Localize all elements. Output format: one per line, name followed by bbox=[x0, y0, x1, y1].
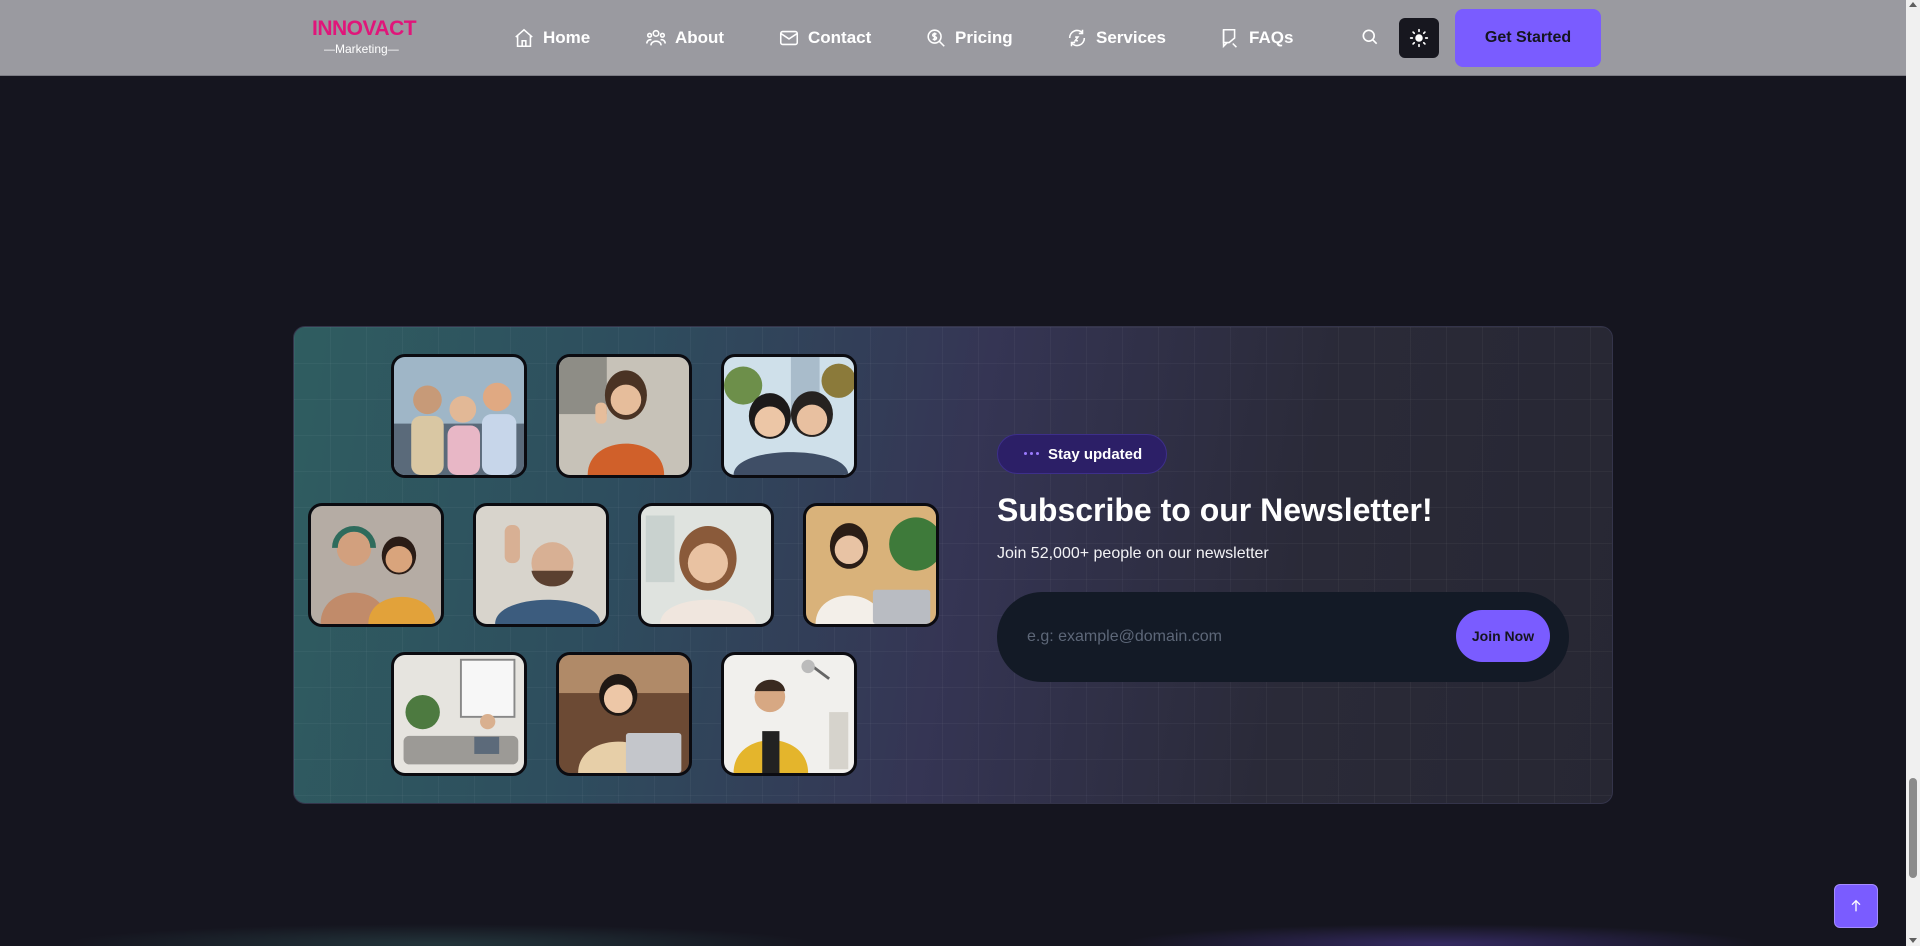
page-scrollbar[interactable] bbox=[1906, 0, 1920, 946]
nav-services-label: Services bbox=[1096, 28, 1166, 47]
site-header: INNOVACT Marketing Home About Contact Pr… bbox=[0, 0, 1906, 76]
users-icon bbox=[646, 29, 666, 46]
email-input[interactable] bbox=[1027, 620, 1427, 654]
nav-about[interactable]: About bbox=[645, 26, 724, 50]
nav-faqs[interactable]: FAQs bbox=[1219, 26, 1293, 50]
nav-home[interactable]: Home bbox=[513, 26, 590, 50]
newsletter-title: Subscribe to our Newsletter! bbox=[997, 492, 1433, 528]
back-to-top-button[interactable] bbox=[1834, 884, 1878, 928]
logo[interactable]: INNOVACT Marketing bbox=[312, 18, 422, 58]
join-now-button[interactable]: Join Now bbox=[1456, 610, 1550, 662]
friends-selfie-photo bbox=[721, 354, 857, 478]
stay-updated-badge: Stay updated bbox=[997, 434, 1167, 474]
home-icon bbox=[515, 28, 533, 48]
arrow-up-icon bbox=[1851, 899, 1861, 912]
logo-text: INNOVACT bbox=[312, 17, 417, 40]
woman-living-room-photo bbox=[391, 652, 527, 776]
nav-faqs-label: FAQs bbox=[1249, 28, 1294, 47]
woman-cafe-photo bbox=[803, 503, 939, 627]
man-waving-photo bbox=[473, 503, 609, 627]
newsletter-subtitle: Join 52,000+ people on our newsletter bbox=[997, 545, 1269, 562]
footer-glow-left bbox=[60, 924, 820, 946]
nav-about-label: About bbox=[675, 28, 725, 47]
couple-headphones-photo bbox=[308, 503, 444, 627]
man-yellow-jacket-photo bbox=[721, 652, 857, 776]
nav-pricing[interactable]: Pricing bbox=[925, 26, 1013, 50]
woman-waving-photo bbox=[556, 354, 692, 478]
get-started-button[interactable]: Get Started bbox=[1455, 9, 1601, 67]
group-selfie-photo bbox=[391, 354, 527, 478]
sun-icon bbox=[1409, 28, 1429, 48]
pricing-icon bbox=[927, 29, 945, 47]
scroll-up-icon[interactable] bbox=[1909, 2, 1917, 7]
search-button[interactable] bbox=[1360, 27, 1382, 49]
scrollbar-thumb[interactable] bbox=[1909, 778, 1917, 878]
search-icon bbox=[1362, 29, 1378, 45]
nav-pricing-label: Pricing bbox=[955, 28, 1013, 47]
badge-dots-icon bbox=[1024, 452, 1039, 455]
mail-icon bbox=[779, 30, 799, 46]
faq-icon bbox=[1222, 28, 1237, 49]
woman-laptop-photo bbox=[556, 652, 692, 776]
theme-toggle-button[interactable] bbox=[1399, 18, 1439, 58]
logo-subtitle: Marketing bbox=[324, 42, 422, 57]
footer-glow-right bbox=[1120, 924, 1760, 946]
nav-home-label: Home bbox=[543, 28, 591, 47]
woman-smiling-photo bbox=[638, 503, 774, 627]
badge-label: Stay updated bbox=[1048, 445, 1143, 463]
newsletter-card: Stay updated Subscribe to our Newsletter… bbox=[293, 326, 1613, 804]
scroll-down-icon[interactable] bbox=[1909, 938, 1917, 943]
nav-services[interactable]: Services bbox=[1066, 26, 1166, 50]
nav-contact[interactable]: Contact bbox=[778, 26, 871, 50]
newsletter-form: Join Now bbox=[997, 592, 1569, 682]
nav-contact-label: Contact bbox=[808, 28, 872, 47]
services-icon bbox=[1068, 29, 1086, 47]
